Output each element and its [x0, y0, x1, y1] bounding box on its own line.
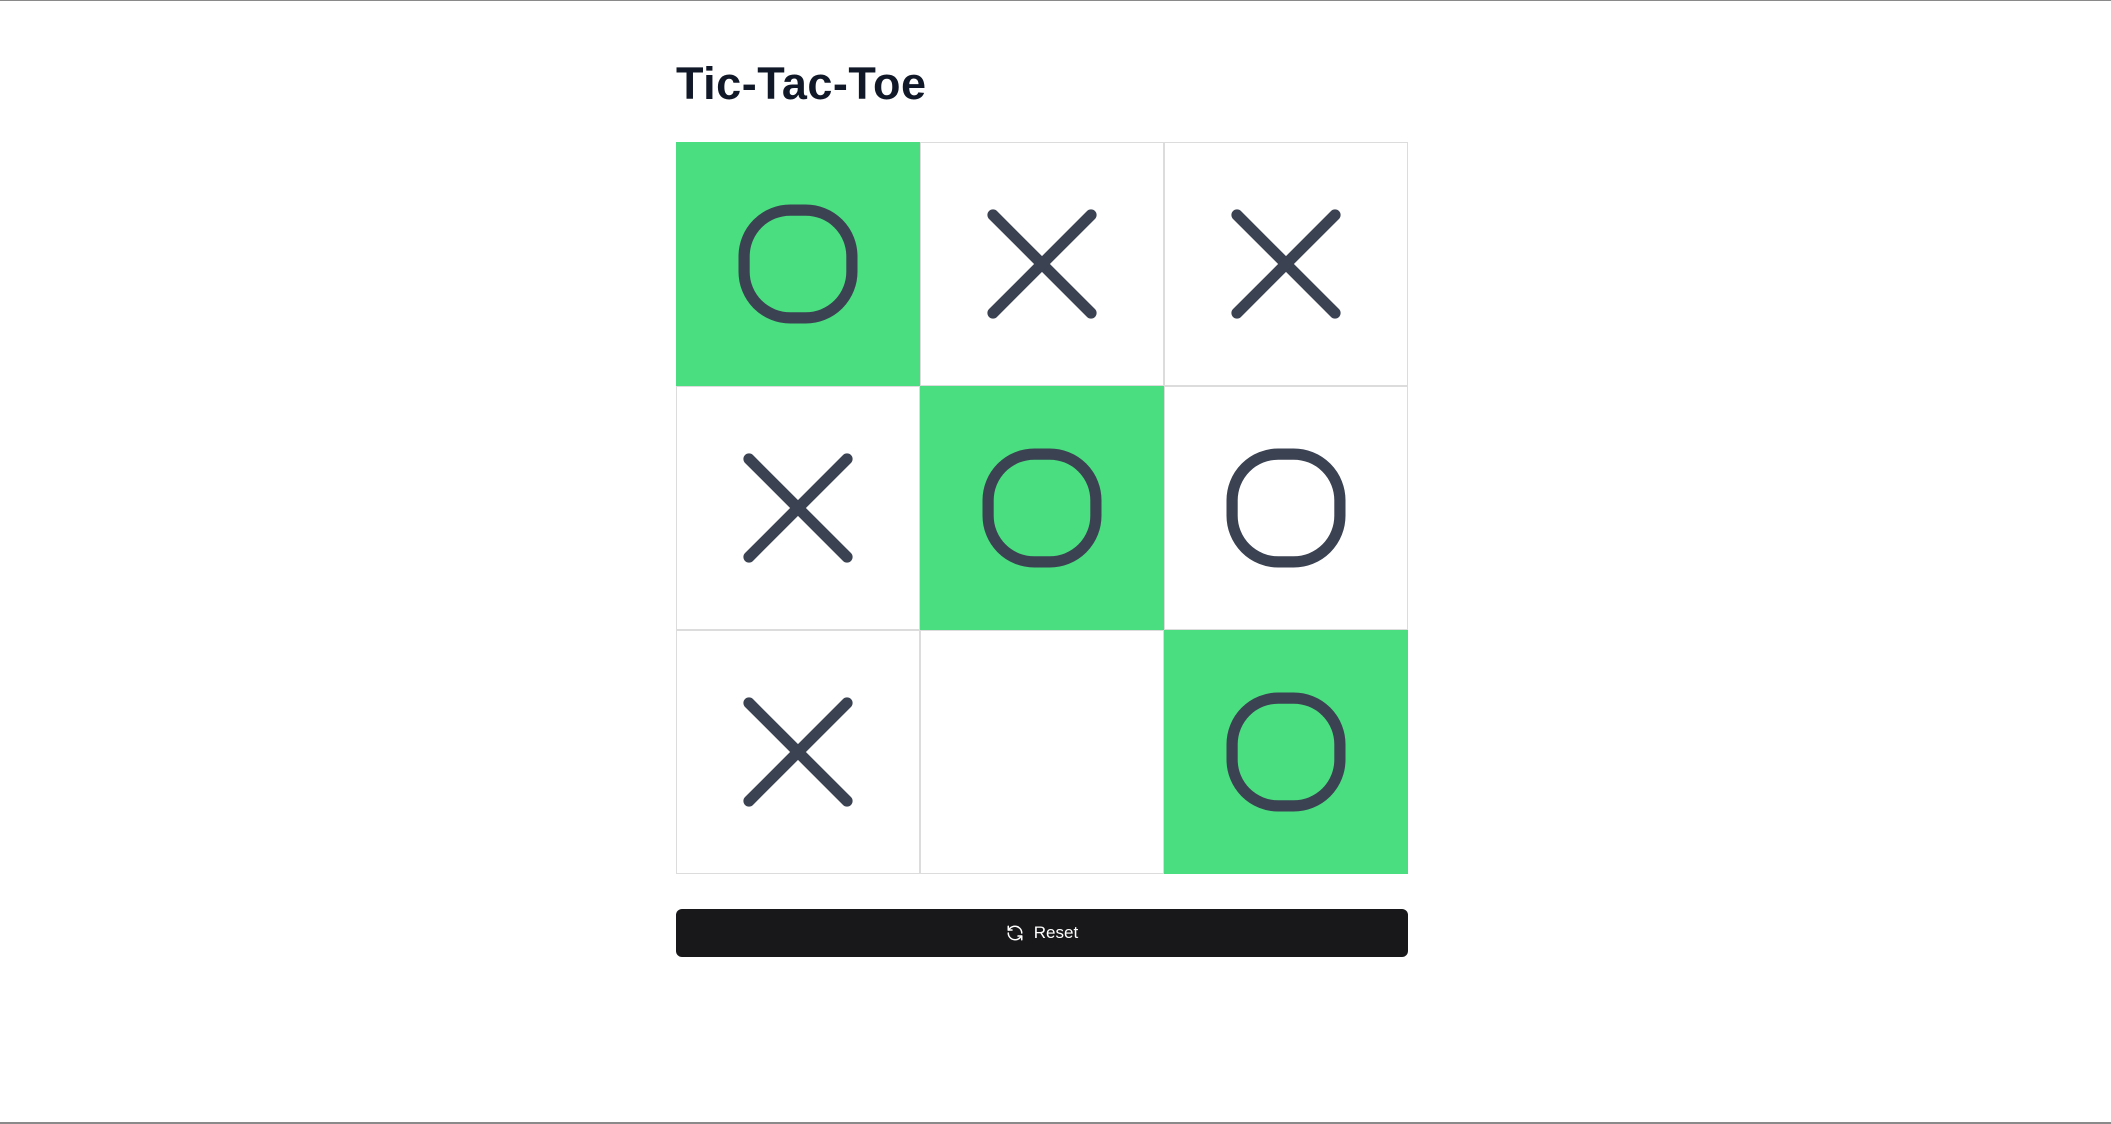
x-mark-icon: [987, 209, 1097, 319]
x-mark-icon: [743, 697, 853, 807]
board-cell-r1c3[interactable]: [1164, 142, 1408, 386]
game-container: Tic-Tac-Toe Reset: [676, 56, 1408, 957]
board-cell-r2c2[interactable]: [920, 386, 1164, 630]
board-cell-r3c1[interactable]: [676, 630, 920, 874]
o-mark-icon: [982, 448, 1102, 568]
o-mark-icon: [1226, 692, 1346, 812]
game-board: [676, 142, 1408, 874]
reset-button[interactable]: Reset: [676, 909, 1408, 957]
o-mark-icon: [738, 204, 858, 324]
board-cell-r1c2[interactable]: [920, 142, 1164, 386]
board-cell-r2c3[interactable]: [1164, 386, 1408, 630]
top-divider: [0, 0, 2111, 1]
x-mark-icon: [1231, 209, 1341, 319]
board-cell-r2c1[interactable]: [676, 386, 920, 630]
board-cell-r3c3[interactable]: [1164, 630, 1408, 874]
refresh-icon: [1006, 924, 1024, 942]
o-mark-icon: [1226, 448, 1346, 568]
page-title: Tic-Tac-Toe: [676, 58, 927, 109]
x-mark-icon: [743, 453, 853, 563]
board-cell-r1c1[interactable]: [676, 142, 920, 386]
reset-label: Reset: [1033, 923, 1079, 942]
board-cell-r3c2[interactable]: [920, 630, 1164, 874]
